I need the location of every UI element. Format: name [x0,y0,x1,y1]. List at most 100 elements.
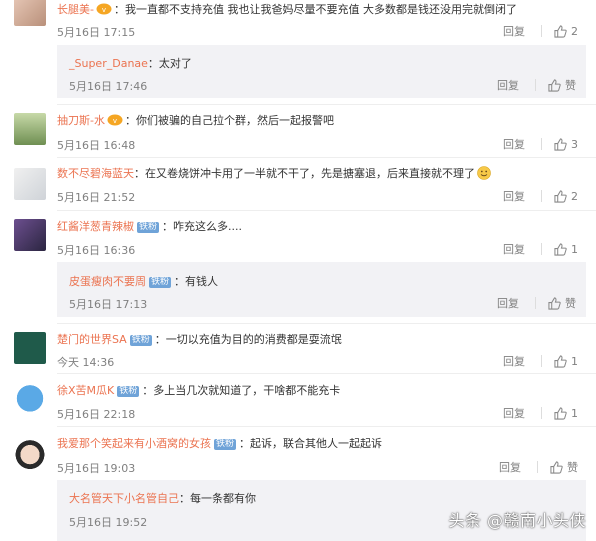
fan-badge: 铁粉 [129,335,152,346]
reply-button[interactable]: 回复 [503,241,525,257]
reply-button[interactable]: 回复 [497,77,519,93]
like-count: 1 [571,406,578,420]
separator [541,355,542,367]
comment: 徐X苦M瓜K 铁粉 ：多上当几次就知道了，干啥都不能充卡 5月16日 22:18 回… [0,379,596,423]
comment-text: ：在又卷烧饼冲卡用了一半就不干了，先是搪塞退，后来直接就不理了 [134,167,475,180]
comment-text: ：你们被骗的自己拉个群，然后一起报警吧 [124,114,334,127]
thumbs-up-icon[interactable] [548,78,561,92]
comment: 楚门的世界SA 铁粉 ：一切以充值为目的的消费都是耍流氓 今天 14:36 回复 1 [0,329,596,371]
thumbs-up-icon[interactable] [548,296,561,310]
reply-button[interactable]: 回复 [503,405,525,421]
reply-button[interactable]: 回复 [503,23,525,39]
comment-actions: 回复 1 [503,353,578,369]
username-link[interactable]: 大名管天下小名管自己 [69,492,179,505]
comment-time: 今天 14:36 [57,356,115,369]
thumbs-up-icon[interactable] [554,189,567,203]
divider [57,426,596,427]
avatar[interactable] [14,0,46,26]
comment-time: 5月16日 19:52 [69,516,148,529]
like-label[interactable]: 赞 [565,295,576,311]
separator [541,25,542,37]
like-label[interactable]: 赞 [565,77,576,93]
username-link[interactable]: 徐X苦M瓜K [57,384,114,397]
username-link[interactable]: 长腿美- [57,3,94,16]
fan-badge: 铁粉 [117,386,140,397]
thumbs-up-icon[interactable] [554,242,567,256]
divider [57,373,596,374]
avatar[interactable] [14,384,46,416]
avatar[interactable] [14,113,46,145]
thumbs-up-icon[interactable] [550,460,563,474]
like-count: 2 [571,189,578,203]
like-count: 3 [571,137,578,151]
username-link[interactable]: 抽刀斯-水 [57,114,105,127]
svg-text:v: v [113,117,117,125]
smile-emoji-icon [477,166,491,180]
like-label[interactable]: 赞 [567,459,578,475]
comment-time: 5月16日 19:03 [57,462,136,475]
separator [541,243,542,255]
comment: 红酱洋葱青辣椒 铁粉 ：咋充这么多.... 5月16日 16:36 回复 1 [0,216,596,261]
comment-text: ：太对了 [147,57,192,70]
comment-text: ：每一条都有你 [179,492,256,505]
comment-text: ：咋充这么多.... [162,220,243,233]
like-count: 1 [571,242,578,256]
username-link[interactable]: 楚门的世界SA [57,333,127,346]
separator [535,297,536,309]
comment-time: 5月16日 21:52 [57,191,136,204]
comment-actions: 回复 赞 [499,459,578,475]
comment: 抽刀斯-水 v ：你们被骗的自己拉个群，然后一起报警吧 5月16日 16:48 回复… [0,110,596,155]
comment-time: 5月16日 22:18 [57,408,136,421]
comment-time: 5月16日 16:36 [57,244,136,257]
like-count: 1 [571,354,578,368]
comment-actions: 回复 2 [503,23,578,39]
comment-actions: 回复 1 [503,241,578,257]
reply-button[interactable]: 回复 [503,353,525,369]
username-link[interactable]: 皮蛋瘦肉不要周 [69,275,146,288]
fan-badge: 铁粉 [214,439,237,450]
comment: 我爱那个笑起来有小酒窝的女孩 铁粉 ：起诉，联合其他人一起起诉 5月16日 19:0… [0,432,596,477]
comment-actions: 回复 2 [503,188,578,204]
avatar[interactable] [14,437,46,469]
comment: 数不尽碧海蓝天：在又卷烧饼冲卡用了一半就不干了，先是搪塞退，后来直接就不理了 5… [0,163,596,208]
comment-actions: 回复 赞 [497,77,576,93]
thumbs-up-icon[interactable] [554,137,567,151]
avatar[interactable] [14,332,46,364]
divider [57,210,596,211]
comment-text: ：多上当几次就知道了，干啥都不能充卡 [142,384,341,397]
fan-badge: 铁粉 [149,277,172,288]
avatar[interactable] [14,219,46,251]
username-link[interactable]: _Super_Danae [69,57,148,70]
separator [537,461,538,473]
reply-button[interactable]: 回复 [503,188,525,204]
svg-text:v: v [102,6,106,14]
comment-time: 5月16日 17:46 [69,80,148,93]
watermark: 头条 @赣南小头侠 [448,511,586,530]
username-link[interactable]: 数不尽碧海蓝天 [57,167,134,180]
thumbs-up-icon[interactable] [554,24,567,38]
divider [57,323,596,324]
divider [57,157,596,158]
comment-time: 5月16日 17:15 [57,26,136,39]
reply-button[interactable]: 回复 [503,136,525,152]
username-link[interactable]: 红酱洋葱青辣椒 [57,220,134,233]
thumbs-up-icon[interactable] [554,406,567,420]
vip-icon: v [96,3,112,15]
reply-button[interactable]: 回复 [497,295,519,311]
separator [541,138,542,150]
vip-icon: v [107,114,123,126]
comment-text: ：有钱人 [174,275,219,288]
comment: 长腿美-v ：我一直都不支持充值 我也让我爸妈尽量不要充值 大多数都是钱还没用完就… [0,0,596,45]
comment-actions: 回复 1 [503,405,578,421]
comment-text: ：一切以充值为目的的消费都是耍流氓 [154,333,342,346]
comment-time: 5月16日 17:13 [69,298,148,311]
username-link[interactable]: 我爱那个笑起来有小酒窝的女孩 [57,437,211,450]
like-count: 2 [571,24,578,38]
comment-actions: 回复 3 [503,136,578,152]
thumbs-up-icon[interactable] [554,354,567,368]
reply-button[interactable]: 回复 [499,459,521,475]
reply-box: _Super_Danae：太对了 5月16日 17:46 回复 赞 [57,45,586,98]
comment-time: 5月16日 16:48 [57,139,136,152]
avatar[interactable] [14,168,46,200]
fan-badge: 铁粉 [137,222,160,233]
